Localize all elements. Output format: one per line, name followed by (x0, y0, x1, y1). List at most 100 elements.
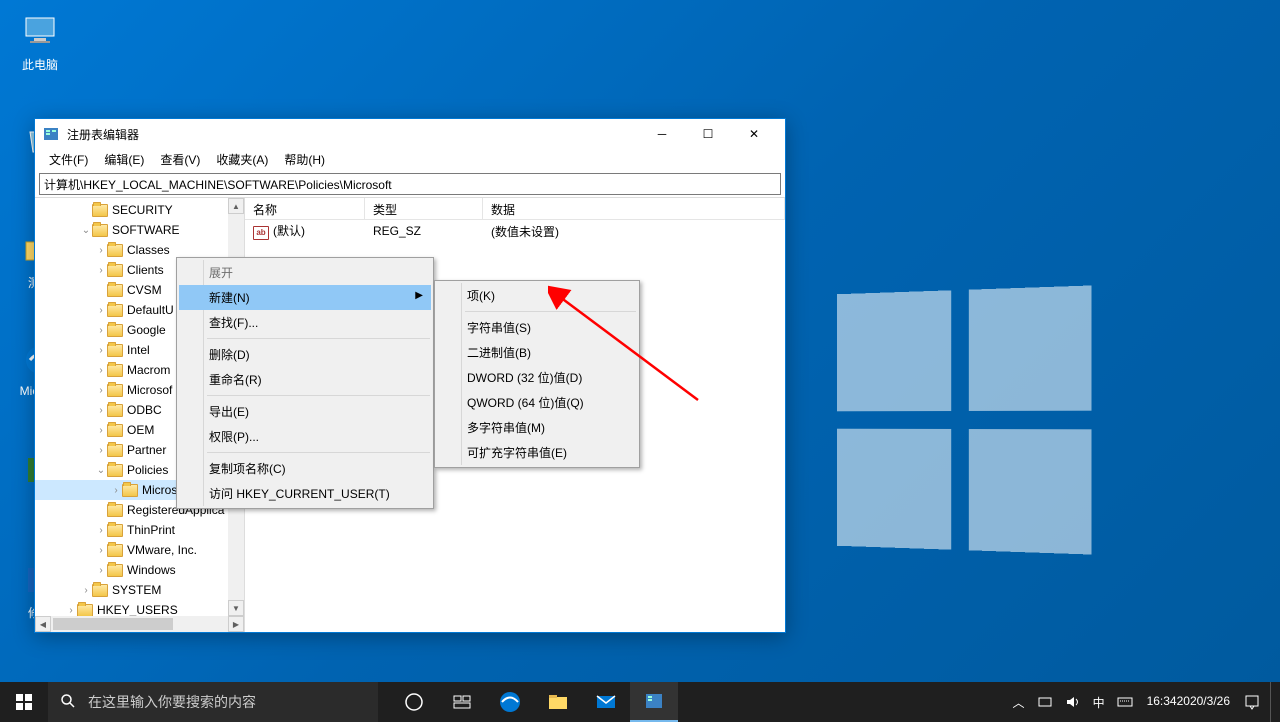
ctx-new-expandstring[interactable]: 可扩充字符串值(E) (437, 440, 637, 465)
tree-expander-icon[interactable]: › (80, 585, 92, 596)
tree-expander-icon[interactable]: › (95, 565, 107, 576)
ctx-goto-hkcu[interactable]: 访问 HKEY_CURRENT_USER(T) (179, 481, 431, 506)
tray-keyboard-icon[interactable] (1111, 682, 1139, 722)
string-value-icon: ab (253, 226, 269, 240)
ctx-find[interactable]: 查找(F)... (179, 310, 431, 335)
ctx-delete[interactable]: 删除(D) (179, 342, 431, 367)
tree-expander-icon[interactable]: ⌄ (95, 465, 107, 476)
tree-item[interactable]: SECURITY (35, 200, 244, 220)
tree-item-label: Partner (127, 443, 166, 457)
regedit-app-icon (43, 126, 59, 142)
ctx-rename[interactable]: 重命名(R) (179, 367, 431, 392)
taskbar-search[interactable]: 在这里输入你要搜索的内容 (48, 682, 378, 722)
tray-notifications-icon[interactable] (1238, 682, 1266, 722)
header-data[interactable]: 数据 (483, 198, 785, 219)
menu-favorites[interactable]: 收藏夹(A) (208, 149, 276, 171)
tree-item-label: SOFTWARE (112, 223, 180, 237)
window-title: 注册表编辑器 (67, 126, 639, 143)
tree-expander-icon[interactable]: › (95, 325, 107, 336)
tree-expander-icon[interactable]: › (95, 545, 107, 556)
menu-view[interactable]: 查看(V) (152, 149, 208, 171)
header-name[interactable]: 名称 (245, 198, 365, 219)
tree-item[interactable]: › ThinPrint (35, 520, 244, 540)
menu-help[interactable]: 帮助(H) (276, 149, 333, 171)
titlebar[interactable]: 注册表编辑器 ─ ☐ ✕ (35, 119, 785, 149)
tree-item[interactable]: ›VMware, Inc. (35, 540, 244, 560)
submenu-arrow-icon: ▶ (415, 290, 423, 301)
tree-expander-icon[interactable]: › (95, 345, 107, 356)
tree-item-label: ThinPrint (127, 523, 175, 537)
address-bar[interactable]: 计算机\HKEY_LOCAL_MACHINE\SOFTWARE\Policies… (39, 173, 781, 195)
start-button[interactable] (0, 682, 48, 722)
minimize-button[interactable]: ─ (639, 119, 685, 149)
folder-icon (92, 584, 108, 597)
tree-expander-icon[interactable]: › (95, 245, 107, 256)
desktop-icon-this-pc[interactable]: 此电脑 (5, 12, 75, 73)
scroll-down-icon[interactable]: ▼ (228, 600, 244, 616)
tree-item-label: Intel (127, 343, 150, 357)
task-explorer[interactable] (534, 682, 582, 722)
ctx-copy-key-name[interactable]: 复制项名称(C) (179, 456, 431, 481)
tree-expander-icon[interactable]: › (95, 525, 107, 536)
tree-expander-icon[interactable]: › (65, 605, 77, 616)
maximize-button[interactable]: ☐ (685, 119, 731, 149)
tree-expander-icon[interactable]: › (95, 385, 107, 396)
tree-expander-icon[interactable]: › (95, 405, 107, 416)
tree-item-label: Macrom (127, 363, 170, 377)
close-button[interactable]: ✕ (731, 119, 777, 149)
tree-expander-icon[interactable]: ⌄ (80, 225, 92, 236)
folder-icon (107, 264, 123, 277)
task-regedit[interactable] (630, 682, 678, 722)
tray-chevron-icon[interactable]: ︿ (1007, 682, 1031, 722)
tree-item[interactable]: ⌄ SOFTWARE (35, 220, 244, 240)
tree-expander-icon[interactable]: › (95, 365, 107, 376)
tree-expander-icon[interactable]: › (110, 485, 122, 496)
ctx-new-qword[interactable]: QWORD (64 位)值(Q) (437, 390, 637, 415)
list-row[interactable]: ab(默认) REG_SZ (数值未设置) (245, 220, 785, 242)
folder-icon (107, 304, 123, 317)
menu-edit[interactable]: 编辑(E) (96, 149, 152, 171)
task-edge[interactable] (486, 682, 534, 722)
ctx-new-key[interactable]: 项(K) (437, 283, 637, 308)
folder-icon (107, 464, 123, 477)
task-taskview[interactable] (438, 682, 486, 722)
tray-clock[interactable]: 16:34 2020/3/26 (1139, 682, 1238, 722)
tree-expander-icon[interactable]: › (95, 445, 107, 456)
ctx-new-multistring[interactable]: 多字符串值(M) (437, 415, 637, 440)
folder-icon (92, 224, 108, 237)
tray-ime[interactable]: 中 (1087, 682, 1111, 722)
ctx-permissions[interactable]: 权限(P)... (179, 424, 431, 449)
tree-item[interactable]: ›Windows (35, 560, 244, 580)
tree-item-label: SYSTEM (112, 583, 161, 597)
folder-icon (107, 444, 123, 457)
task-cortana[interactable] (390, 682, 438, 722)
scroll-left-icon[interactable]: ◀ (35, 616, 51, 632)
ctx-new-string[interactable]: 字符串值(S) (437, 315, 637, 340)
tree-item-label: Microsof (127, 383, 172, 397)
show-desktop-button[interactable] (1270, 682, 1276, 722)
tray-volume-icon[interactable] (1059, 682, 1087, 722)
ctx-expand[interactable]: 展开 (179, 260, 431, 285)
menu-file[interactable]: 文件(F) (41, 149, 96, 171)
ctx-export[interactable]: 导出(E) (179, 399, 431, 424)
tree-expander-icon[interactable]: › (95, 425, 107, 436)
ctx-new[interactable]: 新建(N)▶ (179, 285, 431, 310)
tree-item[interactable]: › SYSTEM (35, 580, 244, 600)
task-mail[interactable] (582, 682, 630, 722)
system-tray: ︿ 中 16:34 2020/3/26 (1007, 682, 1280, 722)
scroll-up-icon[interactable]: ▲ (228, 198, 244, 214)
header-type[interactable]: 类型 (365, 198, 483, 219)
scroll-right-icon[interactable]: ▶ (228, 616, 244, 632)
search-icon (60, 693, 76, 712)
tree-item-label: OEM (127, 423, 154, 437)
search-placeholder: 在这里输入你要搜索的内容 (88, 692, 256, 712)
scroll-thumb[interactable] (53, 618, 173, 630)
tree-expander-icon[interactable]: › (95, 305, 107, 316)
tree-expander-icon[interactable]: › (95, 265, 107, 276)
ctx-new-dword[interactable]: DWORD (32 位)值(D) (437, 365, 637, 390)
tree-item-label: Classes (127, 243, 170, 257)
horizontal-scrollbar[interactable]: ◀ ▶ (35, 616, 244, 632)
tray-network-icon[interactable] (1031, 682, 1059, 722)
ctx-new-binary[interactable]: 二进制值(B) (437, 340, 637, 365)
tree-item-label: SECURITY (112, 203, 173, 217)
